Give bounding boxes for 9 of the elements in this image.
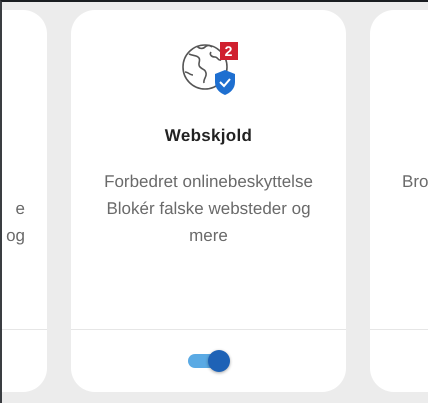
card-description: mere	[188, 225, 229, 247]
notification-badge: 2	[220, 42, 238, 60]
toggle-switch[interactable]	[188, 349, 230, 373]
card-description: Bro	[402, 171, 428, 193]
card-description: e	[14, 198, 25, 220]
card-description: og	[6, 225, 25, 247]
card-title: Webskjold	[164, 126, 252, 146]
card-description: Forbedret onlinebeskyttelse	[104, 171, 313, 193]
card-description: Blokér falske websteder og	[105, 198, 312, 220]
